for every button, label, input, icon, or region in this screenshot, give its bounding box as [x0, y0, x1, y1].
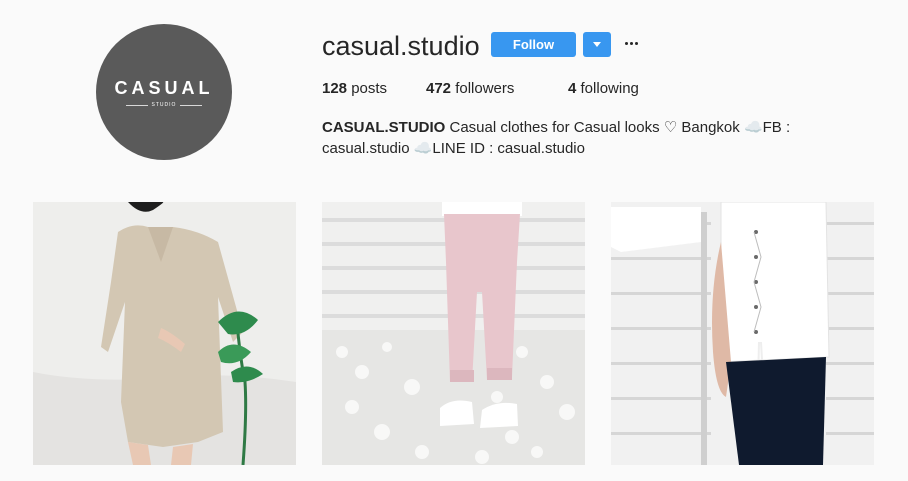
follow-button[interactable]: Follow	[491, 32, 576, 57]
more-options-icon	[624, 41, 628, 45]
profile-stats: 128 posts 472 followers 4 following	[322, 80, 639, 98]
more-options-button[interactable]	[622, 34, 640, 52]
profile-full-name: CASUAL.STUDIO	[322, 119, 446, 136]
avatar-logo-rule: STUDIO	[125, 102, 203, 108]
followers-count: 472	[426, 80, 452, 97]
more-options-dot	[629, 41, 633, 45]
logo-divider-right	[180, 104, 203, 106]
post-thumbnail[interactable]	[322, 202, 585, 465]
posts-count: 128	[322, 80, 348, 97]
post-image-beige-dress	[33, 202, 296, 465]
posts-label: posts	[351, 80, 388, 97]
following-label: following	[580, 80, 639, 97]
profile-page: CASUAL STUDIO casual.studio Follow 128 p…	[0, 0, 908, 481]
avatar-logo-sub: STUDIO	[151, 102, 177, 108]
stat-following[interactable]: 4 following	[568, 80, 639, 98]
stat-posts: 128 posts	[322, 80, 426, 98]
profile-username: casual.studio	[322, 31, 480, 61]
suggestions-dropdown-button[interactable]	[583, 32, 611, 57]
following-count: 4	[568, 80, 577, 97]
followers-label: followers	[455, 80, 515, 97]
logo-divider-left	[125, 104, 148, 106]
avatar-logo-word: CASUAL	[114, 78, 214, 98]
profile-avatar[interactable]: CASUAL STUDIO	[96, 24, 232, 160]
post-thumbnail[interactable]	[611, 202, 874, 465]
profile-bio: CASUAL.STUDIO Casual clothes for Casual …	[322, 117, 802, 159]
chevron-down-icon	[593, 42, 601, 47]
more-options-dot	[634, 41, 638, 45]
stat-followers[interactable]: 472 followers	[426, 80, 568, 98]
post-image-white-top	[611, 202, 874, 465]
post-image-pink-trousers	[322, 202, 585, 465]
post-thumbnail[interactable]	[33, 202, 296, 465]
